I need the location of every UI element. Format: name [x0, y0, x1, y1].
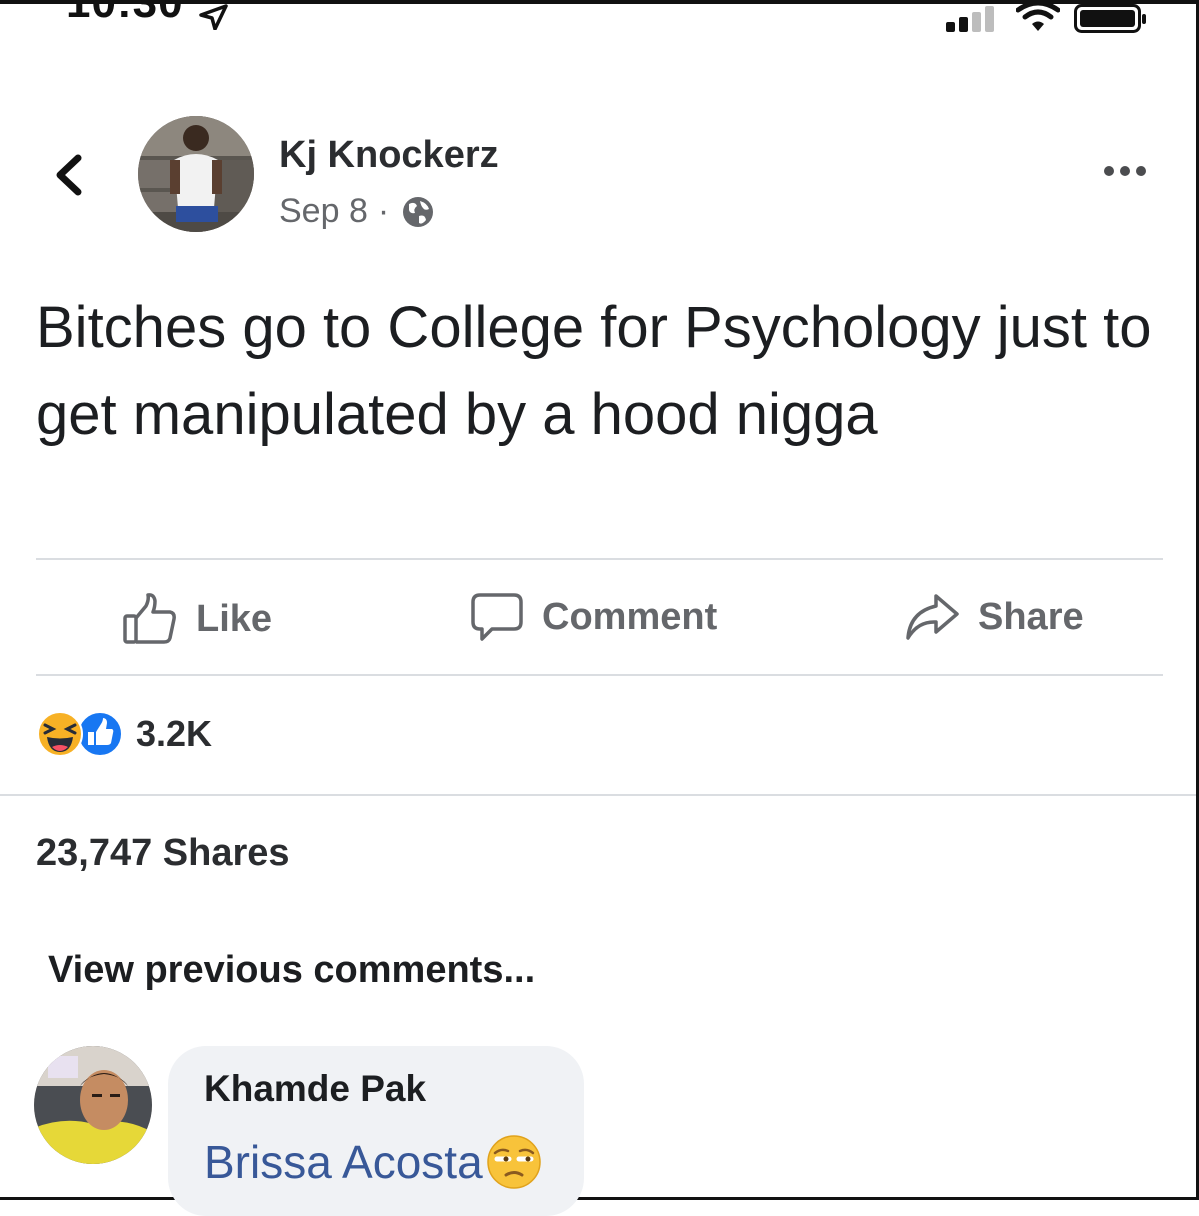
ellipsis-icon[interactable] — [1104, 166, 1146, 176]
view-previous-comments-link[interactable]: View previous comments... — [48, 949, 535, 992]
like-label: Like — [196, 597, 273, 640]
chevron-left-icon[interactable] — [50, 150, 90, 200]
unamused-face-icon — [486, 1135, 541, 1189]
actions-top-divider — [36, 558, 1163, 560]
author-avatar[interactable] — [138, 116, 254, 232]
post-text: Bitches go to College for Psychology jus… — [36, 295, 1152, 447]
meta-separator: · — [377, 192, 390, 230]
comment-text: Brissa Acosta — [204, 1133, 543, 1191]
author-name[interactable]: Kj Knockerz — [279, 134, 499, 177]
location-arrow-icon — [199, 4, 228, 30]
share-button[interactable]: Share — [904, 592, 1084, 642]
status-time: 10:30 — [66, 0, 184, 27]
share-label: Share — [978, 595, 1084, 638]
ellipsis-dot — [1104, 166, 1114, 176]
comment-label: Comment — [542, 595, 718, 638]
reactions-summary[interactable]: 3.2K — [36, 710, 212, 758]
reaction-count: 3.2K — [136, 713, 213, 754]
thumbs-up-icon — [123, 593, 176, 644]
post-date[interactable]: Sep 8 — [279, 192, 368, 231]
ellipsis-dot — [1136, 166, 1146, 176]
post-meta: Sep 8 · — [279, 192, 435, 231]
haha-icon — [37, 711, 83, 757]
comment-author[interactable]: Khamde Pak — [204, 1068, 426, 1110]
share-arrow-icon — [906, 594, 959, 640]
shares-count[interactable]: 23,747 Shares — [36, 832, 290, 875]
comment-mention-link[interactable]: Brissa Acosta — [204, 1135, 483, 1189]
like-button[interactable]: Like — [122, 592, 272, 646]
commenter-avatar[interactable] — [34, 1046, 152, 1164]
comment-bubble-icon — [471, 593, 523, 641]
reactions-divider — [0, 794, 1196, 796]
comment-button[interactable]: Comment — [470, 592, 717, 642]
battery-icon — [1074, 4, 1146, 33]
actions-bottom-divider — [36, 674, 1163, 676]
globe-icon — [403, 196, 434, 227]
signal-icon — [946, 6, 994, 32]
ellipsis-dot — [1120, 166, 1130, 176]
wifi-icon — [1016, 4, 1060, 31]
